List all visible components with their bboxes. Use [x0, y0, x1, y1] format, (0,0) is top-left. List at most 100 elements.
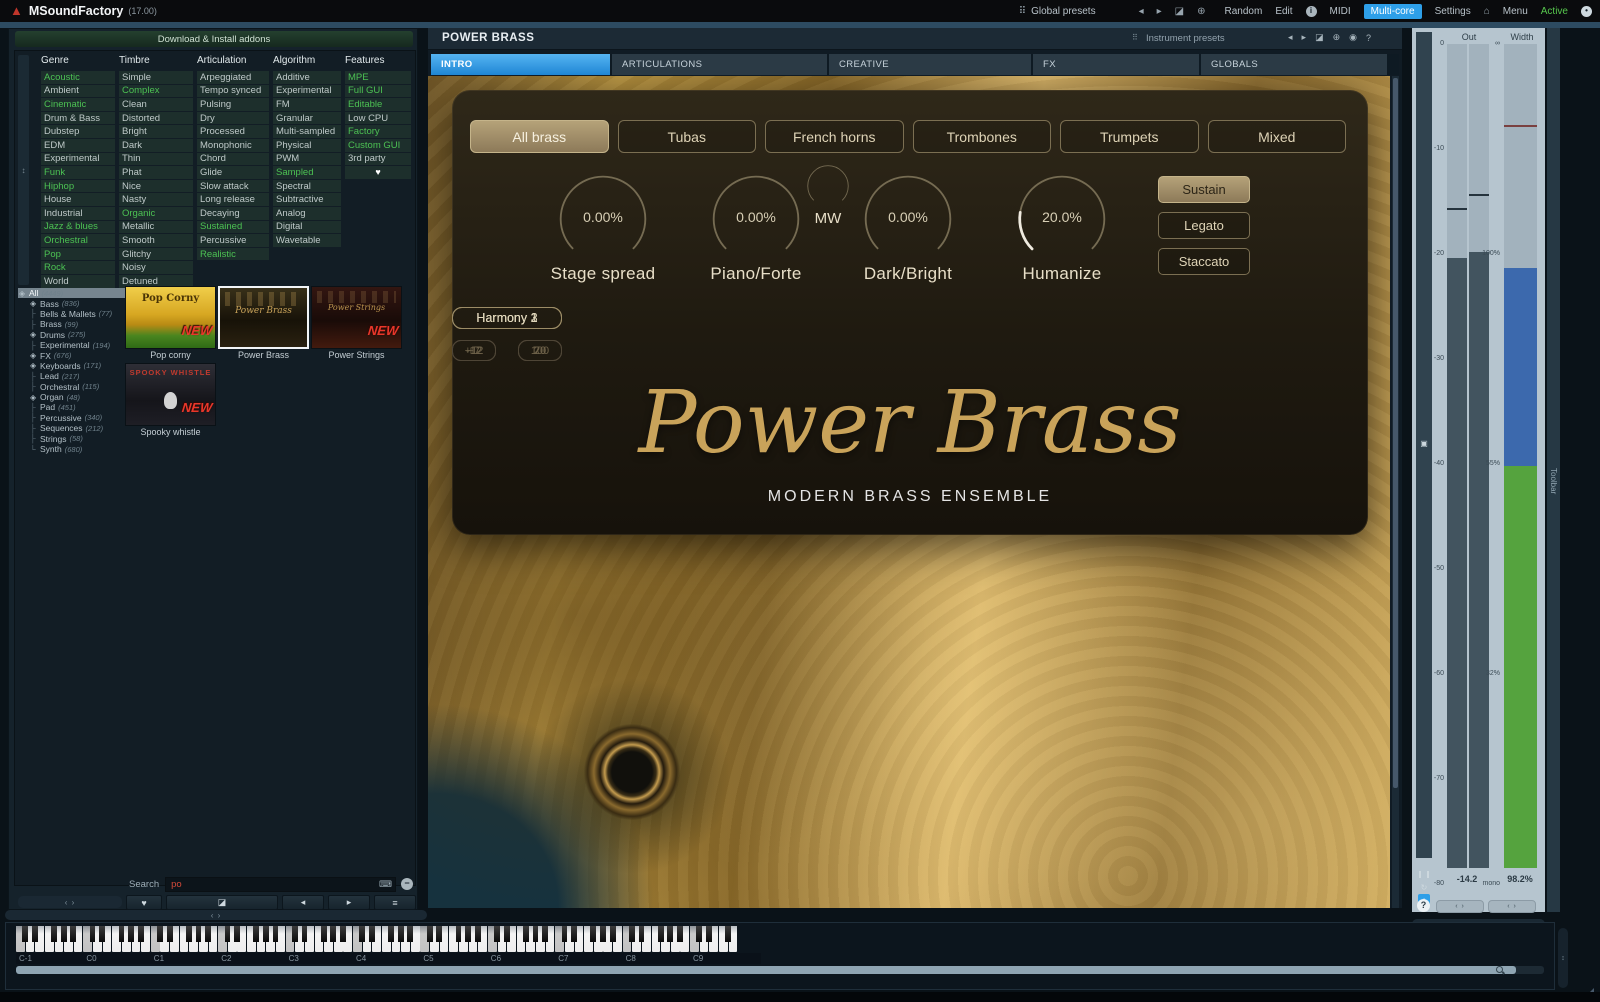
- piano-key-black[interactable]: [253, 926, 259, 942]
- tree-expand-icon[interactable]: [30, 424, 40, 433]
- tree-expand-icon[interactable]: [30, 413, 40, 422]
- tree-item[interactable]: Bass 836: [18, 298, 128, 308]
- meter-collapse-button[interactable]: ‹ ›: [1436, 900, 1484, 913]
- piano-key-black[interactable]: [523, 926, 529, 942]
- tab[interactable]: GLOBALS: [1201, 54, 1387, 75]
- tag-filter[interactable]: Tempo synced: [197, 85, 269, 98]
- piano-key-black[interactable]: [263, 926, 269, 942]
- edit-button[interactable]: Edit: [1275, 6, 1292, 17]
- browser-splitter-handle[interactable]: ‹ ›: [5, 910, 427, 920]
- tag-filter[interactable]: Long release: [197, 193, 269, 206]
- piano-key-black[interactable]: [494, 926, 500, 942]
- tree-item[interactable]: Experimental 194: [18, 340, 128, 350]
- tree-item[interactable]: Brass 99: [18, 319, 128, 329]
- tag-filter[interactable]: Funk: [41, 166, 115, 179]
- prev-preset-icon[interactable]: ◂: [1139, 6, 1144, 17]
- tag-filter[interactable]: Clean: [119, 98, 193, 111]
- piano-key-black[interactable]: [590, 926, 596, 942]
- tag-filter[interactable]: Distorted: [119, 112, 193, 125]
- piano-key-black[interactable]: [542, 926, 548, 942]
- tag-filter[interactable]: Drum & Bass: [41, 112, 115, 125]
- add-icon[interactable]: ⊕: [1333, 32, 1341, 43]
- tree-item[interactable]: Percussive 340: [18, 413, 128, 423]
- tag-filter[interactable]: Orchestral: [41, 234, 115, 247]
- tree-item[interactable]: Sequences 212: [18, 423, 128, 433]
- tree-item[interactable]: Bells & Mallets 77: [18, 309, 128, 319]
- tag-filter[interactable]: Phat: [119, 166, 193, 179]
- piano-key-black[interactable]: [321, 926, 327, 942]
- add-icon[interactable]: ⊕: [1197, 6, 1205, 17]
- tag-filter[interactable]: Jazz & blues: [41, 221, 115, 234]
- tag-filter[interactable]: Cinematic: [41, 98, 115, 111]
- tag-filter[interactable]: Factory: [345, 125, 411, 138]
- tree-item[interactable]: Orchestral 115: [18, 382, 128, 392]
- piano-key-black[interactable]: [456, 926, 462, 942]
- piano-key-black[interactable]: [70, 926, 76, 942]
- tag-filter[interactable]: Industrial: [41, 207, 115, 220]
- tag-filter[interactable]: PWM: [273, 153, 341, 166]
- keyboard-scrollbar[interactable]: [16, 966, 1544, 974]
- main-scrollbar[interactable]: [1392, 76, 1399, 908]
- tag-filter[interactable]: Chord: [197, 153, 269, 166]
- tree-expand-icon[interactable]: [19, 289, 29, 298]
- global-presets-button[interactable]: Global presets: [1031, 6, 1095, 17]
- piano-key-black[interactable]: [369, 926, 375, 942]
- save-icon[interactable]: ◪: [1315, 32, 1324, 43]
- harmony-interval-button[interactable]: +7: [452, 340, 496, 361]
- piano-key-black[interactable]: [610, 926, 616, 942]
- tree-item[interactable]: FX 676: [18, 350, 128, 360]
- articulation-button[interactable]: Sustain: [1158, 176, 1250, 203]
- tab[interactable]: CREATIVE: [829, 54, 1031, 75]
- toolbar-strip[interactable]: Toolbar: [1547, 28, 1560, 912]
- piano-key-black[interactable]: [128, 926, 134, 942]
- piano-key-black[interactable]: [61, 926, 67, 942]
- tree-expand-icon[interactable]: [30, 361, 40, 370]
- tag-filter[interactable]: Editable: [345, 98, 411, 111]
- tree-item[interactable]: Drums 275: [18, 330, 128, 340]
- tag-filter[interactable]: Dry: [197, 112, 269, 125]
- piano-key-black[interactable]: [302, 926, 308, 942]
- piano-key-black[interactable]: [667, 926, 673, 942]
- articulation-button[interactable]: Legato: [1158, 212, 1250, 239]
- piano-key-black[interactable]: [562, 926, 568, 942]
- harmony-amount-button[interactable]: 20: [518, 340, 562, 361]
- ensemble-button[interactable]: Trumpets: [1060, 120, 1199, 153]
- tag-filter[interactable]: Ambient: [41, 85, 115, 98]
- tag-filter[interactable]: Metallic: [119, 221, 193, 234]
- tree-expand-icon[interactable]: [30, 351, 40, 360]
- piano-key-black[interactable]: [205, 926, 211, 942]
- tag-filter[interactable]: Dubstep: [41, 125, 115, 138]
- tag-filter[interactable]: House: [41, 193, 115, 206]
- tag-filter[interactable]: Hiphop: [41, 180, 115, 193]
- tag-filter[interactable]: Pop: [41, 248, 115, 261]
- tree-item[interactable]: Lead 217: [18, 371, 128, 381]
- humanize-knob[interactable]: 20.0%: [1016, 173, 1108, 265]
- piano-key-black[interactable]: [22, 926, 28, 942]
- ensemble-button[interactable]: All brass: [470, 120, 609, 153]
- tag-filter[interactable]: Bright: [119, 125, 193, 138]
- tag-filter[interactable]: ♥: [345, 166, 411, 179]
- tag-filter[interactable]: Sustained: [197, 221, 269, 234]
- tree-expand-icon[interactable]: [30, 434, 40, 443]
- piano-key-black[interactable]: [533, 926, 539, 942]
- dark-bright-knob[interactable]: 0.00%: [862, 173, 954, 265]
- tree-expand-icon[interactable]: [30, 341, 40, 350]
- piano-key-black[interactable]: [639, 926, 645, 942]
- tag-filter[interactable]: Noisy: [119, 261, 193, 274]
- piano-key-black[interactable]: [225, 926, 231, 942]
- search-clear-icon[interactable]: −: [401, 878, 413, 890]
- tag-filter[interactable]: Acoustic: [41, 71, 115, 84]
- save-icon[interactable]: ◪: [1175, 6, 1184, 17]
- tag-filter[interactable]: Decaying: [197, 207, 269, 220]
- preset-thumbnail[interactable]: Power Brass Power Brass: [218, 286, 309, 361]
- piano-key-black[interactable]: [388, 926, 394, 942]
- width-meter[interactable]: [1504, 44, 1537, 868]
- ensemble-button[interactable]: Tubas: [618, 120, 757, 153]
- articulation-button[interactable]: Staccato: [1158, 248, 1250, 275]
- tag-filter[interactable]: Glitchy: [119, 248, 193, 261]
- tab[interactable]: FX: [1033, 54, 1199, 75]
- tree-item[interactable]: Strings 58: [18, 433, 128, 443]
- tab[interactable]: ARTICULATIONS: [612, 54, 827, 75]
- prev-icon[interactable]: ◂: [1288, 32, 1293, 43]
- tree-expand-icon[interactable]: [30, 403, 40, 412]
